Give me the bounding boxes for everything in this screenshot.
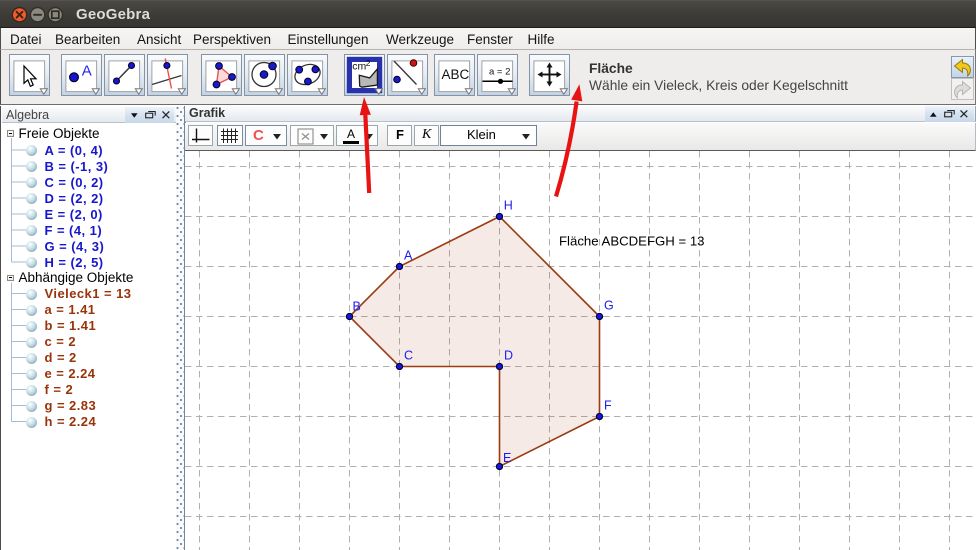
svg-text:H: H (504, 199, 513, 213)
svg-text:F: F (604, 399, 612, 413)
svg-text:G: G (604, 299, 614, 313)
svg-text:E: E (503, 451, 511, 465)
svg-text:a = 2: a = 2 (489, 67, 510, 78)
svg-text:cm: cm (352, 61, 366, 73)
svg-text:C: C (404, 349, 413, 363)
svg-text:ABC: ABC (442, 67, 470, 82)
svg-text:D: D (504, 349, 513, 363)
svg-text:A: A (404, 249, 413, 263)
svg-text:A: A (82, 63, 92, 80)
svg-text:Fläche ABCDEFGH = 13: Fläche ABCDEFGH = 13 (559, 234, 705, 249)
svg-text:2: 2 (366, 58, 371, 68)
svg-text:B: B (353, 300, 361, 314)
